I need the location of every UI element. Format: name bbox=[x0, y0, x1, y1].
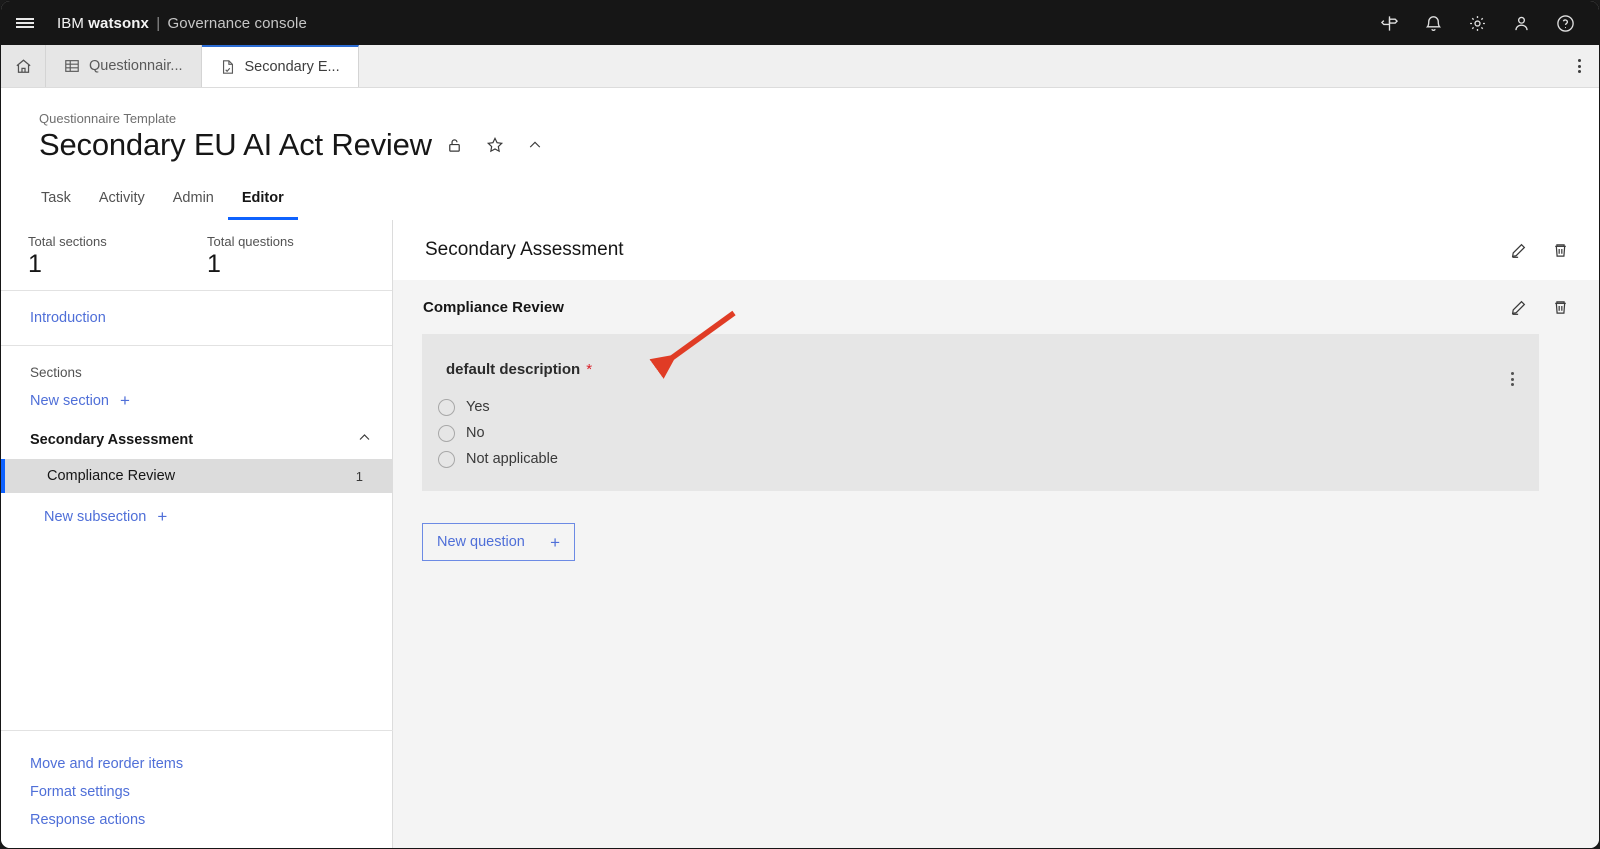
section-header: Secondary Assessment bbox=[393, 220, 1599, 280]
nav-tab-label: Task bbox=[41, 189, 71, 206]
subsection-header: Compliance Review bbox=[393, 280, 1599, 334]
sidebar-footer-links: Move and reorder items Format settings R… bbox=[1, 730, 393, 848]
editor-main-panel: Secondary Assessment Compliance Review d… bbox=[393, 220, 1599, 848]
new-question-label: New question bbox=[437, 534, 525, 550]
sidebar-section-secondary-assessment[interactable]: Secondary Assessment bbox=[1, 421, 392, 459]
star-icon[interactable] bbox=[478, 128, 512, 162]
question-overflow-menu-icon[interactable] bbox=[1511, 372, 1514, 386]
edit-pencil-icon[interactable] bbox=[1505, 294, 1531, 320]
nav-tab-label: Editor bbox=[241, 189, 284, 206]
radio-label: No bbox=[466, 425, 485, 441]
plus-icon: + bbox=[119, 391, 130, 410]
global-header: IBM watsonx | Governance console bbox=[1, 1, 1599, 45]
user-icon[interactable] bbox=[1499, 1, 1543, 45]
page-header: Questionnaire Template Secondary EU AI A… bbox=[1, 88, 1599, 220]
new-section-label: New section bbox=[30, 392, 109, 409]
notifications-bell-icon[interactable] bbox=[1411, 1, 1455, 45]
subsection-actions bbox=[1505, 294, 1573, 320]
radio-option-not-applicable[interactable]: Not applicable bbox=[438, 446, 558, 472]
new-subsection-button[interactable]: New subsection + bbox=[1, 493, 392, 525]
app-window: IBM watsonx | Governance console Questio… bbox=[0, 0, 1600, 849]
response-actions-link[interactable]: Response actions bbox=[30, 812, 393, 828]
nav-tab-admin[interactable]: Admin bbox=[159, 178, 228, 220]
plus-icon: + bbox=[550, 532, 560, 552]
signpost-icon[interactable] bbox=[1367, 1, 1411, 45]
gear-icon[interactable] bbox=[1455, 1, 1499, 45]
plus-icon: + bbox=[157, 507, 168, 526]
brand-suffix: Governance console bbox=[167, 14, 307, 32]
kebab-menu-icon[interactable] bbox=[1557, 45, 1599, 87]
brand-name: watsonx bbox=[88, 14, 149, 32]
question-label-text: default description bbox=[446, 361, 581, 378]
page-nav-tabs: Task Activity Admin Editor bbox=[27, 178, 298, 220]
sidebar-item-introduction[interactable]: Introduction bbox=[1, 291, 392, 346]
brand-separator: | bbox=[156, 14, 161, 32]
stat-value: 1 bbox=[28, 250, 42, 278]
radio-icon bbox=[438, 450, 455, 468]
nav-tab-activity[interactable]: Activity bbox=[85, 178, 159, 220]
brand-title[interactable]: IBM watsonx | Governance console bbox=[57, 15, 307, 32]
nav-tab-label: Activity bbox=[98, 189, 145, 206]
question-label: default description * bbox=[446, 361, 592, 378]
radio-icon bbox=[438, 398, 455, 416]
stat-total-questions: Total questions 1 bbox=[207, 234, 294, 279]
sidebar-item-label: Introduction bbox=[30, 310, 106, 326]
help-icon[interactable] bbox=[1543, 1, 1587, 45]
question-card: default description * Yes No Not applicab… bbox=[422, 334, 1539, 491]
section-title: Secondary Assessment bbox=[425, 239, 624, 260]
subsection-title: Compliance Review bbox=[423, 298, 564, 316]
sidebar-sections-heading: Sections bbox=[30, 365, 82, 380]
home-icon[interactable] bbox=[1, 45, 46, 87]
move-and-reorder-items-link[interactable]: Move and reorder items bbox=[30, 756, 393, 772]
global-header-actions bbox=[1367, 1, 1599, 45]
new-subsection-label: New subsection bbox=[44, 508, 147, 525]
nav-tab-editor[interactable]: Editor bbox=[227, 178, 298, 220]
title-row: Secondary EU AI Act Review bbox=[39, 127, 552, 163]
radio-label: Not applicable bbox=[466, 451, 558, 467]
trash-icon[interactable] bbox=[1547, 237, 1573, 263]
edit-pencil-icon[interactable] bbox=[1505, 237, 1531, 263]
format-settings-link[interactable]: Format settings bbox=[30, 784, 393, 800]
stat-label: Total questions bbox=[207, 234, 294, 249]
sidebar-stats: Total sections 1 Total questions 1 bbox=[1, 220, 392, 291]
sidebar-item-label: Compliance Review bbox=[47, 468, 176, 484]
question-options: Yes No Not applicable bbox=[438, 394, 558, 472]
section-actions bbox=[1505, 237, 1573, 263]
chevron-up-icon[interactable] bbox=[357, 430, 372, 450]
page-title: Secondary EU AI Act Review bbox=[39, 127, 432, 162]
stat-value: 1 bbox=[207, 250, 221, 278]
new-section-button[interactable]: New section + bbox=[1, 380, 392, 421]
breadcrumb: Questionnaire Template bbox=[39, 111, 177, 126]
radio-icon bbox=[438, 424, 455, 442]
tab-secondary-eu-ai-act-review[interactable]: Secondary E... bbox=[201, 45, 359, 87]
required-marker: * bbox=[586, 361, 593, 378]
sidebar-item-compliance-review[interactable]: Compliance Review 1 bbox=[1, 459, 392, 493]
radio-option-yes[interactable]: Yes bbox=[438, 394, 558, 420]
sidebar-item-count: 1 bbox=[355, 468, 363, 484]
browser-tab-strip: Questionnair... Secondary E... bbox=[1, 45, 1599, 88]
stat-total-sections: Total sections 1 bbox=[28, 234, 107, 279]
nav-tab-task[interactable]: Task bbox=[27, 178, 85, 220]
sidebar-section-label: Secondary Assessment bbox=[30, 432, 194, 448]
radio-label: Yes bbox=[466, 399, 490, 415]
stat-label: Total sections bbox=[28, 234, 107, 249]
hamburger-icon[interactable] bbox=[1, 1, 49, 45]
trash-icon[interactable] bbox=[1547, 294, 1573, 320]
tab-label: Questionnair... bbox=[89, 58, 183, 74]
radio-option-no[interactable]: No bbox=[438, 420, 558, 446]
new-question-button[interactable]: New question + bbox=[422, 523, 575, 561]
tab-label: Secondary E... bbox=[244, 59, 340, 75]
unlocked-padlock-icon[interactable] bbox=[438, 128, 472, 162]
nav-tab-label: Admin bbox=[172, 189, 214, 206]
brand-prefix: IBM bbox=[57, 14, 84, 32]
tab-questionnaire[interactable]: Questionnair... bbox=[46, 45, 202, 87]
editor-sidebar: Total sections 1 Total questions 1 Intro… bbox=[1, 220, 393, 848]
chevron-up-icon[interactable] bbox=[518, 128, 552, 162]
